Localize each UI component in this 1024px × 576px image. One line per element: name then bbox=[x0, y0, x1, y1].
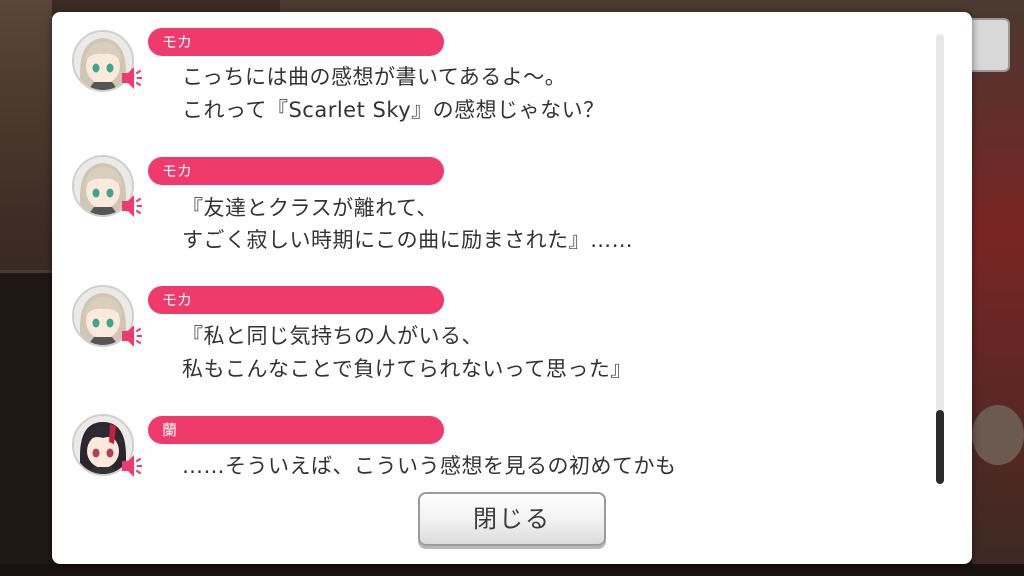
voice-play-icon[interactable] bbox=[120, 192, 142, 220]
dialogue-line: ……そういえば、こういう感想を見るの初めてかも bbox=[182, 454, 677, 478]
dialogue-line: すごく寂しい時期にこの曲に励まされた』…… bbox=[182, 228, 634, 252]
speaker-name-tag: モカ bbox=[148, 286, 444, 314]
voice-play-icon[interactable] bbox=[120, 64, 142, 92]
right-wall-panel bbox=[972, 0, 1024, 576]
studio-door bbox=[0, 270, 52, 576]
dialogue-line: 私もこんなことで負けてられないって思った』 bbox=[182, 357, 632, 381]
dialogue-line: 『私と同じ気持ちの人がいる、 bbox=[182, 324, 483, 348]
drum-kit bbox=[972, 405, 1024, 465]
voice-play-icon[interactable] bbox=[120, 452, 142, 480]
speaker-name-tag: モカ bbox=[148, 28, 444, 56]
voice-play-icon[interactable] bbox=[120, 322, 142, 350]
backlog-list[interactable]: モカ こっちには曲の感想が書いてあるよ〜。 これって『Scarlet Sky』の… bbox=[52, 12, 952, 482]
scrollbar-thumb[interactable] bbox=[936, 410, 944, 484]
floor-strip bbox=[0, 564, 1024, 576]
close-button[interactable]: 閉じる bbox=[418, 492, 606, 546]
backlog-dialog: モカ こっちには曲の感想が書いてあるよ〜。 これって『Scarlet Sky』の… bbox=[52, 12, 972, 564]
dialogue-line: これって『Scarlet Sky』の感想じゃない？ bbox=[182, 98, 605, 122]
dialogue-line: こっちには曲の感想が書いてあるよ〜。 bbox=[182, 65, 567, 89]
speaker-name-tag: モカ bbox=[148, 157, 444, 185]
dialogue-line: 『友達とクラスが離れて、 bbox=[182, 196, 438, 220]
speaker-name-tag: 蘭 bbox=[148, 416, 444, 444]
